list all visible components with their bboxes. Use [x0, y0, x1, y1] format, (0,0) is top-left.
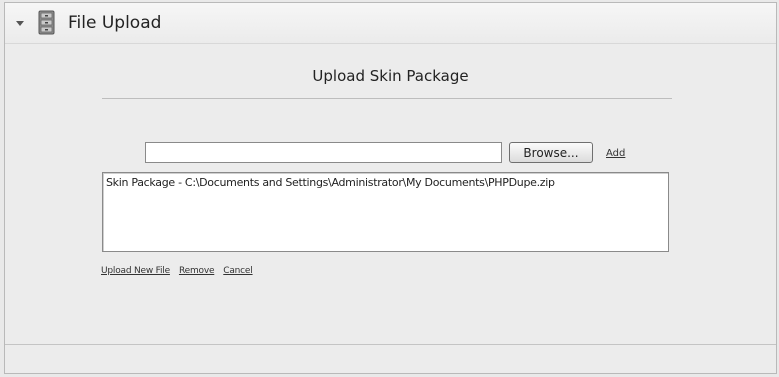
action-links: Upload New File Remove Cancel	[101, 266, 253, 276]
module-title: File Upload	[68, 13, 162, 33]
panel-title: Upload Skin Package	[312, 67, 469, 85]
file-upload-module: File Upload Upload Skin Package Browse..…	[4, 2, 777, 374]
upload-new-file-link[interactable]: Upload New File	[101, 266, 170, 276]
collapse-arrow-icon[interactable]	[16, 20, 24, 26]
file-cabinet-icon	[36, 10, 58, 36]
title-divider	[102, 98, 672, 99]
module-header: File Upload	[5, 3, 776, 44]
file-path-input[interactable]	[145, 142, 502, 163]
add-link[interactable]: Add	[606, 148, 625, 159]
cancel-link[interactable]: Cancel	[223, 266, 252, 276]
file-list[interactable]: Skin Package - C:\Documents and Settings…	[102, 172, 669, 252]
browse-button[interactable]: Browse...	[509, 142, 593, 163]
list-item[interactable]: Skin Package - C:\Documents and Settings…	[106, 176, 555, 189]
footer-divider	[5, 344, 776, 345]
remove-link[interactable]: Remove	[179, 266, 215, 276]
